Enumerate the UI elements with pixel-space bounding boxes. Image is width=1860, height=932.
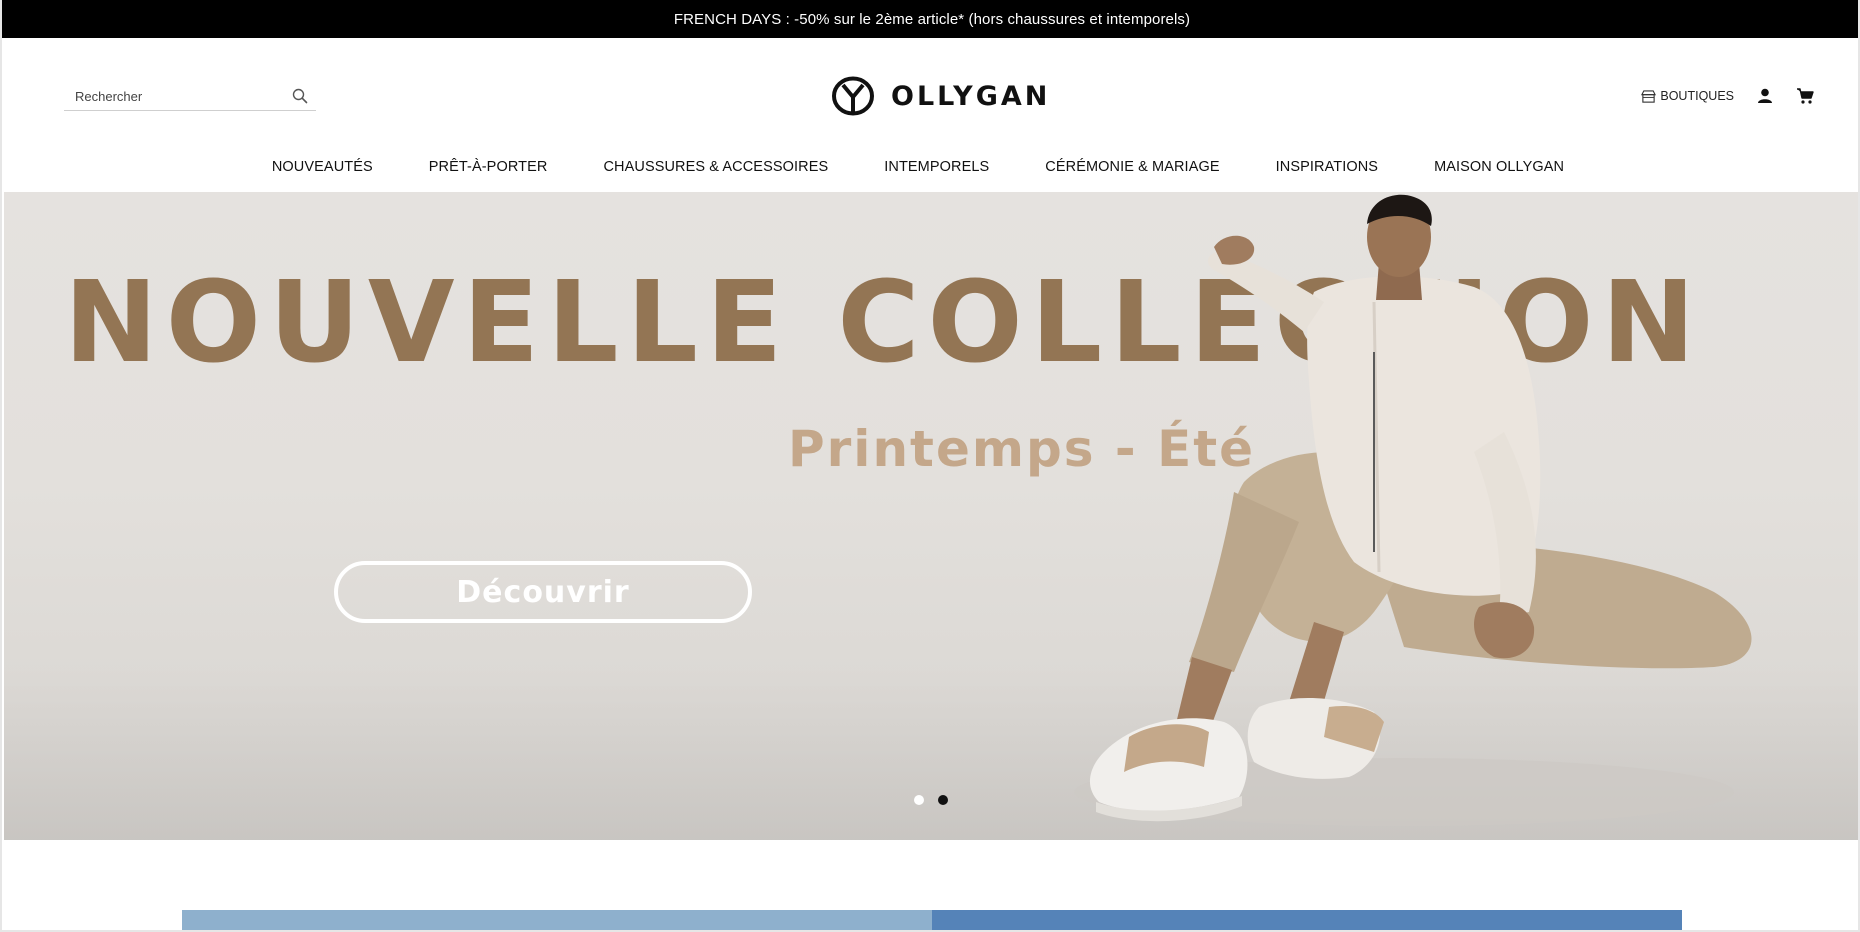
search-input[interactable] — [64, 83, 284, 109]
page: FRENCH DAYS : -50% sur le 2ème article* … — [0, 0, 1860, 932]
nav-item-ceremonie-mariage[interactable]: CÉRÉMONIE & MARIAGE — [1045, 159, 1219, 175]
account-button[interactable] — [1756, 87, 1774, 105]
cart-icon — [1797, 88, 1814, 104]
site-header: OLLYGAN BOUTIQUES — [2, 38, 1858, 192]
main-navigation: NOUVEAUTÉS PRÊT-À-PORTER CHAUSSURES & AC… — [2, 152, 1858, 182]
hero-model-image — [1074, 194, 1752, 826]
search-bar — [64, 82, 316, 111]
carousel-dot-1[interactable] — [914, 795, 924, 805]
nav-item-inspirations[interactable]: INSPIRATIONS — [1276, 159, 1378, 175]
nav-item-nouveautes[interactable]: NOUVEAUTÉS — [272, 159, 373, 175]
promo-text: FRENCH DAYS : -50% sur le 2ème article* … — [673, 10, 1191, 28]
nav-item-maison-ollygan[interactable]: MAISON OLLYGAN — [1434, 159, 1564, 175]
hero-subtitle: Printemps - Été — [788, 420, 1256, 478]
category-teaser-right[interactable] — [932, 910, 1682, 930]
nav-item-chaussures-accessoires[interactable]: CHAUSSURES & ACCESSOIRES — [603, 159, 828, 175]
nav-item-pret-a-porter[interactable]: PRÊT-À-PORTER — [429, 159, 548, 175]
nav-item-intemporels[interactable]: INTEMPORELS — [884, 159, 989, 175]
boutiques-label: BOUTIQUES — [1660, 89, 1734, 103]
user-icon — [1758, 88, 1772, 103]
hero-carousel[interactable]: NOUVELLE COLLECTION Printemps - Été Déco… — [4, 192, 1858, 840]
carousel-dots — [914, 795, 962, 805]
carousel-dot-2[interactable] — [938, 795, 948, 805]
discover-button[interactable]: Découvrir — [334, 561, 752, 623]
store-icon — [1641, 89, 1657, 103]
promo-banner[interactable]: FRENCH DAYS : -50% sur le 2ème article* … — [2, 0, 1858, 38]
header-tools: BOUTIQUES — [1641, 87, 1814, 105]
boutiques-link[interactable]: BOUTIQUES — [1641, 89, 1734, 104]
category-teaser-left[interactable] — [182, 910, 932, 930]
brand-logo[interactable]: OLLYGAN — [831, 76, 1050, 116]
logo-mark-icon — [832, 76, 874, 116]
cart-button[interactable] — [1796, 87, 1814, 105]
logo-text: OLLYGAN — [891, 80, 1051, 112]
search-icon[interactable] — [292, 88, 308, 104]
